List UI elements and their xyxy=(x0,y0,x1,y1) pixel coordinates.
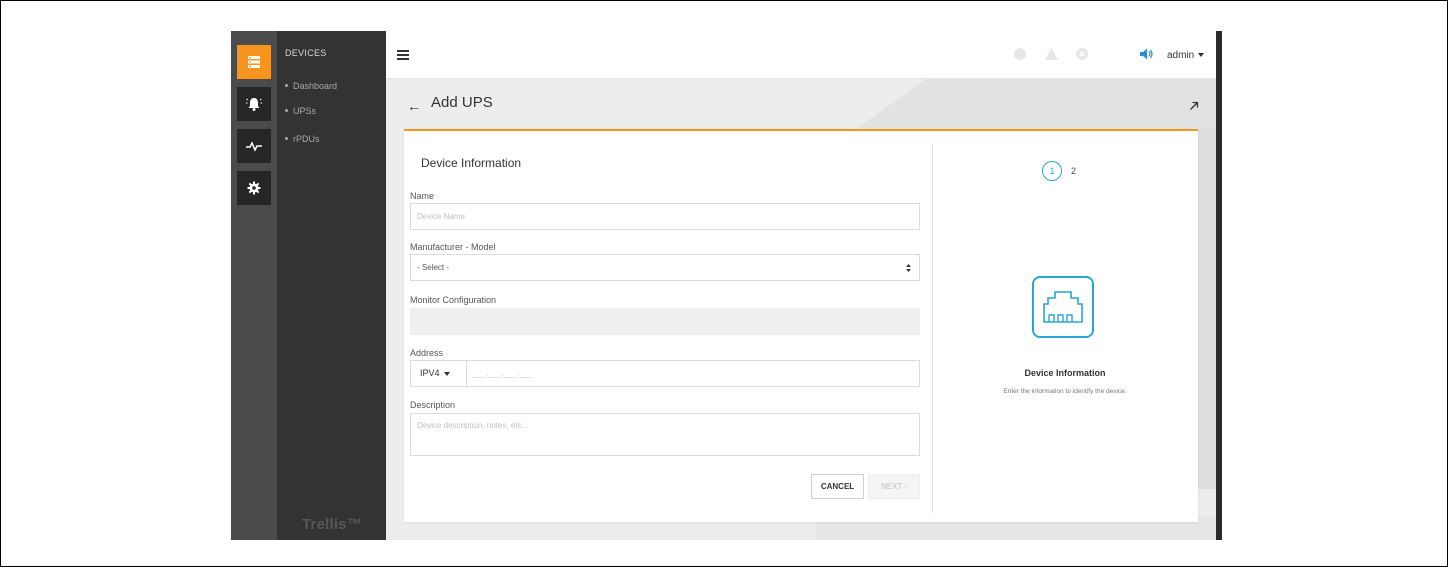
bullet-icon xyxy=(285,137,288,141)
form-section-title: Device Information xyxy=(421,156,522,170)
brand-logo: Trellis™ xyxy=(302,516,362,533)
main-content: admin ← Add UPS Device Information Name … xyxy=(386,31,1216,540)
top-bar: admin xyxy=(386,31,1216,79)
expand-icon[interactable] xyxy=(1189,101,1199,111)
speaker-icon[interactable] xyxy=(1139,47,1154,61)
settings-nav-button[interactable] xyxy=(237,171,271,205)
description-textarea[interactable]: Device description, notes, etc... xyxy=(410,413,920,456)
add-ups-card: Device Information Name Device Name Manu… xyxy=(404,129,1198,522)
page-title: Add UPS xyxy=(431,94,493,111)
sort-arrows-icon xyxy=(906,264,911,272)
activity-pulse-icon xyxy=(246,141,262,152)
model-label: Manufacturer - Model xyxy=(410,242,496,252)
next-button[interactable]: NEXT › xyxy=(868,474,920,499)
info-panel-title: Device Information xyxy=(1024,368,1106,378)
sidebar-item-rpdus[interactable]: rPDUs xyxy=(285,134,320,144)
step-next: 2 xyxy=(1071,166,1077,176)
manufacturer-model-select[interactable]: - Select - xyxy=(410,254,920,281)
background-decoration xyxy=(856,79,926,129)
ip-address-input[interactable]: ___.___.___.___ xyxy=(473,361,533,386)
address-field: IPV4 ___.___.___.___ xyxy=(410,360,920,387)
sidebar-menu: DEVICES Dashboard UPSs rPDUs Trellis™ xyxy=(277,31,386,540)
icon-rail xyxy=(231,31,277,540)
user-menu[interactable]: admin xyxy=(1167,50,1205,61)
address-type-dropdown[interactable]: IPV4 xyxy=(411,361,467,386)
info-panel-description: Enter the information to identify the de… xyxy=(1003,388,1127,395)
activity-nav-button[interactable] xyxy=(237,129,271,163)
monitor-config-field xyxy=(410,308,920,335)
right-edge-bar xyxy=(1216,31,1222,540)
sidebar-item-upss[interactable]: UPSs xyxy=(285,106,316,116)
warning-triangle-icon[interactable] xyxy=(1044,47,1059,61)
sidebar-section-title: DEVICES xyxy=(285,48,327,58)
hamburger-menu-icon[interactable] xyxy=(397,50,409,60)
ethernet-port-icon xyxy=(1043,291,1083,323)
background-decoration xyxy=(926,79,1216,129)
monitor-config-label: Monitor Configuration xyxy=(410,295,497,305)
status-circle-icon[interactable] xyxy=(1013,47,1027,61)
sidebar-item-dashboard[interactable]: Dashboard xyxy=(285,81,337,91)
cancel-button[interactable]: CANCEL xyxy=(811,474,864,499)
error-circle-icon[interactable] xyxy=(1075,47,1089,61)
caret-down-icon xyxy=(1198,53,1205,58)
select-value: - Select - xyxy=(417,263,450,272)
devices-icon xyxy=(248,56,260,68)
back-arrow-icon[interactable]: ← xyxy=(407,98,421,114)
device-name-input[interactable]: Device Name xyxy=(410,203,920,230)
bullet-icon xyxy=(285,109,288,113)
description-label: Description xyxy=(410,400,456,410)
sidebar-item-label: UPSs xyxy=(293,106,317,116)
step-current: 1 xyxy=(1042,161,1062,181)
name-label: Name xyxy=(410,191,435,201)
sidebar-item-label: Dashboard xyxy=(293,81,338,91)
address-type-value: IPV4 xyxy=(420,368,440,378)
address-label: Address xyxy=(410,348,444,358)
panel-divider xyxy=(932,143,933,513)
bullet-icon xyxy=(285,84,288,88)
caret-down-icon xyxy=(443,371,450,376)
settings-gear-icon xyxy=(247,181,261,195)
sidebar-item-label: rPDUs xyxy=(293,134,320,144)
network-port-icon xyxy=(1032,276,1094,338)
user-name: admin xyxy=(1167,50,1195,61)
alarm-bell-icon xyxy=(246,98,262,111)
devices-nav-button[interactable] xyxy=(237,45,271,79)
alarms-nav-button[interactable] xyxy=(237,87,271,121)
